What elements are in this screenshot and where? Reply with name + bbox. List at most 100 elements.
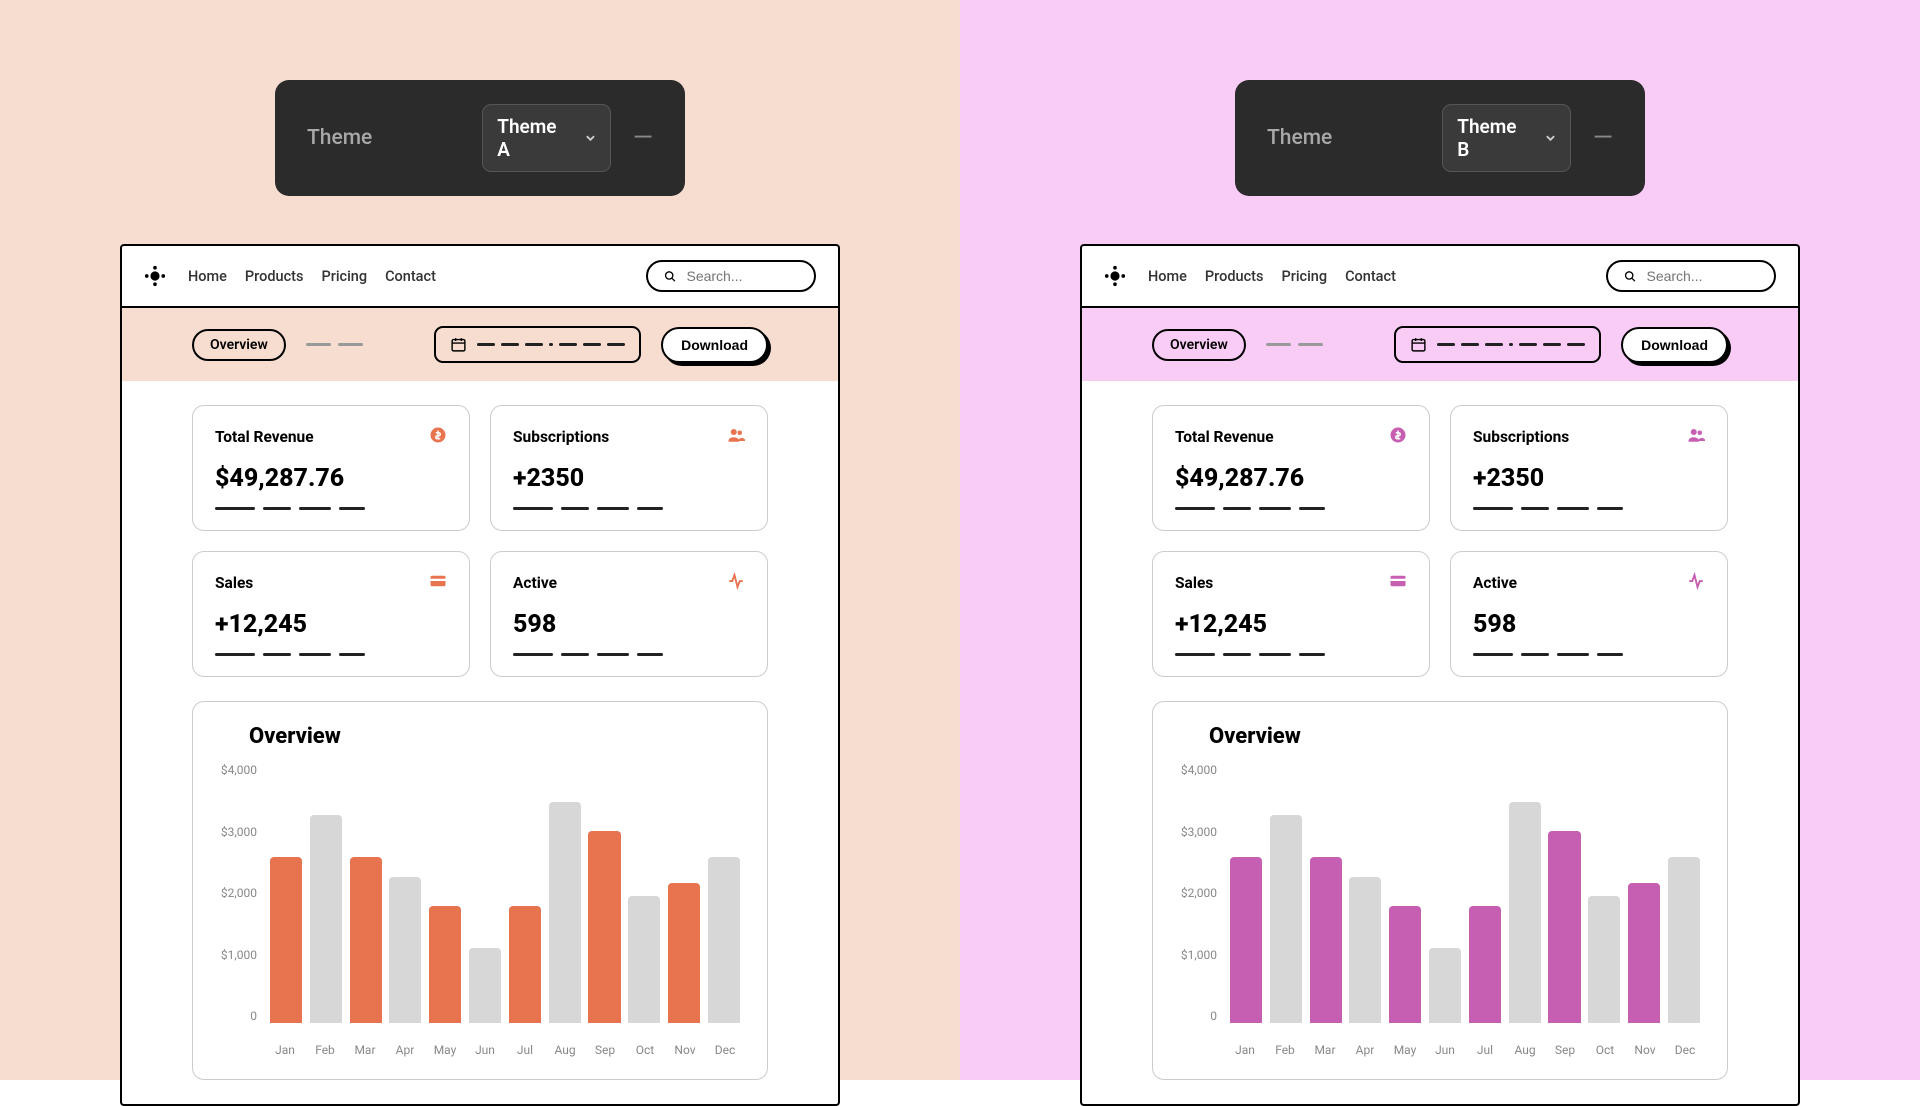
card-sales: Sales +12,245 [192, 551, 470, 677]
metric-cards: Total Revenue $49,287.76 Subscriptions +… [122, 381, 838, 701]
date-range-picker[interactable] [1394, 326, 1601, 363]
topbar: Home Products Pricing Contact [1082, 246, 1798, 308]
logo-icon [144, 265, 166, 287]
y-tick: $1,000 [215, 948, 265, 962]
overview-chart-card: Overview $4,000$3,000$2,000$1,0000 JanFe… [192, 701, 768, 1080]
tab-overview[interactable]: Overview [192, 329, 286, 361]
y-tick: $3,000 [1175, 825, 1225, 839]
y-tick: 0 [215, 1009, 265, 1023]
x-tick: Jun [465, 1043, 505, 1057]
bar-mar [347, 857, 385, 1023]
users-icon [1687, 426, 1705, 448]
card-meta-placeholder [513, 653, 745, 656]
card-meta-placeholder [215, 653, 447, 656]
card-active: Active 598 [490, 551, 768, 677]
x-axis: JanFebMarAprMayJunJulAugSepOctNovDec [1225, 1043, 1705, 1057]
download-button[interactable]: Download [1621, 327, 1728, 363]
card-total revenue: Total Revenue $49,287.76 [192, 405, 470, 531]
bar-jul [1466, 906, 1504, 1023]
search-box[interactable] [1606, 260, 1776, 292]
x-tick: Aug [1505, 1043, 1545, 1057]
date-placeholder [477, 343, 625, 346]
theme-toolbar: Theme Theme A — [275, 80, 685, 196]
card-title: Total Revenue [215, 428, 314, 446]
x-tick: Jan [1225, 1043, 1265, 1057]
bar-apr [386, 877, 424, 1023]
nav-products[interactable]: Products [1205, 268, 1264, 285]
y-tick: $3,000 [215, 825, 265, 839]
x-tick: Sep [1545, 1043, 1585, 1057]
bar-apr [1346, 877, 1384, 1023]
card-meta-placeholder [1473, 507, 1705, 510]
x-tick: Apr [1345, 1043, 1385, 1057]
x-tick: Apr [385, 1043, 425, 1057]
activity-icon [727, 572, 745, 594]
bar-sep [586, 831, 624, 1023]
nav: Home Products Pricing Contact [1148, 268, 1396, 285]
theme-select-value: Theme B [1457, 115, 1526, 161]
card-meta-placeholder [513, 507, 745, 510]
theme-toolbar: Theme Theme B — [1235, 80, 1645, 196]
x-tick: Oct [1585, 1043, 1625, 1057]
nav: Home Products Pricing Contact [188, 268, 436, 285]
x-tick: Jun [1425, 1043, 1465, 1057]
chart-title: Overview [249, 724, 745, 749]
card-title: Subscriptions [1473, 428, 1569, 446]
nav-products[interactable]: Products [245, 268, 304, 285]
theme-select-value: Theme A [497, 115, 567, 161]
chevron-down-icon [585, 132, 596, 144]
card-value: 598 [1473, 610, 1705, 639]
chevron-down-icon [1545, 132, 1556, 144]
overview-chart-card: Overview $4,000$3,000$2,000$1,0000 JanFe… [1152, 701, 1728, 1080]
card-title: Subscriptions [513, 428, 609, 446]
bars [1225, 763, 1705, 1043]
bar-may [426, 906, 464, 1023]
x-tick: Nov [665, 1043, 705, 1057]
download-button[interactable]: Download [661, 327, 768, 363]
bar-oct [1585, 896, 1623, 1023]
x-tick: Mar [1305, 1043, 1345, 1057]
bar-jul [506, 906, 544, 1023]
minus-icon[interactable]: — [633, 123, 653, 153]
tab-placeholder [306, 343, 363, 346]
y-tick: $1,000 [1175, 948, 1225, 962]
bar-jan [267, 857, 305, 1023]
calendar-icon [1410, 336, 1427, 353]
theme-select[interactable]: Theme A [482, 104, 610, 172]
date-range-picker[interactable] [434, 326, 641, 363]
nav-contact[interactable]: Contact [385, 268, 436, 285]
bar-mar [1307, 857, 1345, 1023]
chart-area: $4,000$3,000$2,000$1,0000 [215, 763, 745, 1043]
x-tick: Jul [505, 1043, 545, 1057]
card-meta-placeholder [1175, 653, 1407, 656]
card-title: Sales [215, 574, 253, 592]
logo-icon [1104, 265, 1126, 287]
bar-dec [1665, 857, 1703, 1023]
nav-pricing[interactable]: Pricing [321, 268, 367, 285]
tab-overview[interactable]: Overview [1152, 329, 1246, 361]
card-sales: Sales +12,245 [1152, 551, 1430, 677]
dollar-icon [1389, 426, 1407, 448]
minus-icon[interactable]: — [1593, 123, 1613, 153]
card-title: Active [1473, 574, 1517, 592]
y-axis: $4,000$3,000$2,000$1,0000 [1175, 763, 1225, 1043]
x-tick: Mar [345, 1043, 385, 1057]
bar-aug [1506, 802, 1544, 1023]
x-tick: Dec [705, 1043, 745, 1057]
nav-home[interactable]: Home [188, 268, 227, 285]
chart-title: Overview [1209, 724, 1705, 749]
bar-jan [1227, 857, 1265, 1023]
search-input[interactable] [1646, 268, 1758, 284]
theme-select[interactable]: Theme B [1442, 104, 1570, 172]
bar-feb [307, 815, 345, 1023]
nav-home[interactable]: Home [1148, 268, 1187, 285]
search-input[interactable] [686, 268, 798, 284]
bar-jun [1426, 948, 1464, 1023]
y-tick: $4,000 [1175, 763, 1225, 777]
nav-contact[interactable]: Contact [1345, 268, 1396, 285]
search-box[interactable] [646, 260, 816, 292]
nav-pricing[interactable]: Pricing [1281, 268, 1327, 285]
app-frame: Home Products Pricing Contact Overview Down… [120, 244, 840, 1106]
tabbar: Overview Download [122, 308, 838, 381]
activity-icon [1687, 572, 1705, 594]
